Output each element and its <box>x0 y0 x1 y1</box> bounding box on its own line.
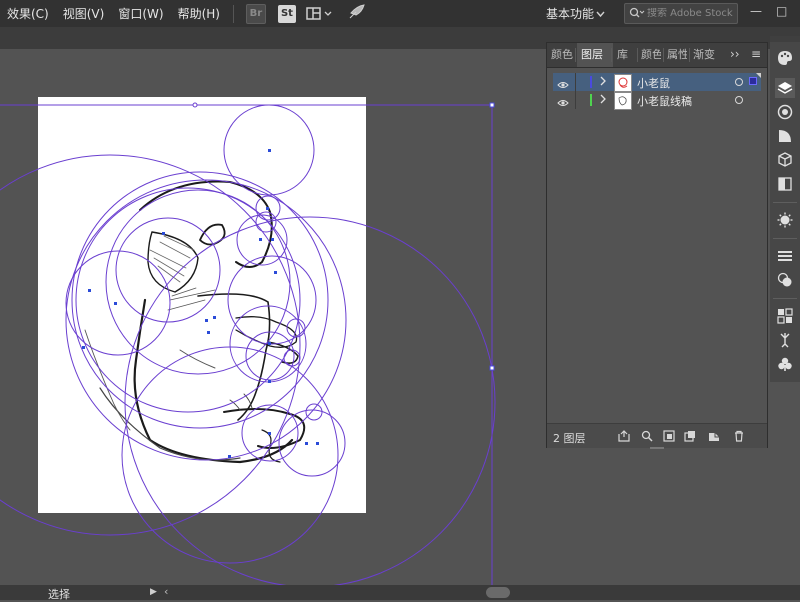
adobe-stock-search[interactable] <box>624 3 738 24</box>
chevron-right-icon[interactable] <box>600 94 606 107</box>
panel-tab-bar: 颜色 图层 库 颜色 属性 渐变 ›› ≡ <box>547 43 767 68</box>
artboard[interactable] <box>38 97 366 513</box>
tab-divider <box>637 48 638 62</box>
target-circle-icon[interactable] <box>735 96 743 104</box>
target-circle-icon[interactable] <box>735 78 743 86</box>
layers-panel-footer: 2 图层 <box>547 423 767 448</box>
arrange-documents-icon[interactable] <box>306 6 334 21</box>
tab-divider <box>689 48 690 62</box>
tab-color[interactable]: 颜色 <box>551 43 573 67</box>
search-input[interactable] <box>647 8 733 19</box>
layer-color-indicator <box>590 94 592 106</box>
layers-icon[interactable] <box>775 78 795 98</box>
panel-menu-button[interactable]: ≡ <box>751 47 761 61</box>
bridge-icon[interactable]: Br <box>245 3 266 24</box>
dock-divider <box>773 202 797 203</box>
delete-layer-icon[interactable] <box>732 429 746 443</box>
stroke-icon[interactable] <box>775 246 795 266</box>
layer-row-1[interactable]: 小老鼠 <box>553 73 761 92</box>
tab-color-guide[interactable]: 颜色 <box>641 43 661 67</box>
workspace-switcher[interactable]: 基本功能 <box>546 5 594 22</box>
pathfinder-icon[interactable] <box>775 306 795 326</box>
search-icon <box>629 7 645 21</box>
tab-divider <box>663 48 664 62</box>
locate-object-icon[interactable] <box>640 429 654 443</box>
menu-help[interactable]: 帮助(H) <box>171 5 227 22</box>
swatches-icon[interactable] <box>775 102 795 122</box>
visibility-eye-icon[interactable] <box>557 96 569 110</box>
tab-libraries[interactable]: 库 <box>617 43 633 67</box>
transparency-icon[interactable] <box>775 210 795 230</box>
new-layer-icon[interactable] <box>707 429 721 443</box>
menu-bar: 效果(C) 视图(V) 窗口(W) 帮助(H) Br St 基本功能 — □ <box>0 0 800 27</box>
panel-resize-handle[interactable] <box>650 447 664 449</box>
symbols-icon[interactable] <box>775 354 795 374</box>
tab-gradient[interactable]: 渐变 <box>693 43 715 67</box>
minimize-button[interactable]: — <box>750 4 762 18</box>
selected-art-indicator[interactable] <box>749 77 757 85</box>
tab-divider <box>575 48 576 62</box>
stock-icon[interactable]: St <box>277 4 296 23</box>
tab-properties[interactable]: 属性 <box>667 43 687 67</box>
menu-divider <box>232 4 234 23</box>
new-sublayer-icon[interactable] <box>683 429 697 443</box>
status-menu-arrow[interactable]: ▶ <box>150 587 157 597</box>
dock-divider <box>773 298 797 299</box>
menu-view[interactable]: 视图(V) <box>56 5 112 22</box>
layer-count: 2 图层 <box>553 432 586 445</box>
layer-name[interactable]: 小老鼠线稿 <box>637 93 692 109</box>
export-icon[interactable] <box>617 429 631 443</box>
gradient-icon[interactable] <box>775 126 795 146</box>
canvas[interactable] <box>0 49 546 585</box>
align-icon[interactable] <box>775 174 795 194</box>
visibility-eye-icon[interactable] <box>557 78 569 92</box>
appearance-icon[interactable] <box>775 270 795 290</box>
gpu-performance-icon[interactable] <box>348 4 366 23</box>
lock-column-divider <box>575 73 576 91</box>
panel-icon-dock <box>770 42 800 382</box>
palette-icon[interactable] <box>775 48 795 68</box>
tab-layers[interactable]: 图层 <box>577 43 613 67</box>
chevron-right-icon[interactable] <box>600 76 606 89</box>
selection-handles[interactable] <box>192 102 198 108</box>
clipping-mask-icon[interactable] <box>662 429 676 443</box>
layer-color-indicator <box>590 76 592 88</box>
tab-divider <box>611 48 612 62</box>
status-bar: 选择 ▶ ‹ <box>0 585 800 601</box>
horizontal-scrollbar-thumb[interactable] <box>486 587 510 598</box>
menu-window[interactable]: 窗口(W) <box>111 5 170 22</box>
puppet-icon[interactable] <box>775 330 795 350</box>
3d-icon[interactable] <box>775 150 795 170</box>
menu-effect[interactable]: 效果(C) <box>0 5 56 22</box>
layers-panel: 颜色 图层 库 颜色 属性 渐变 ›› ≡ 小老鼠 小老鼠线稿 2 图层 <box>546 42 768 448</box>
layer-thumbnail <box>614 74 632 92</box>
dock-divider <box>773 238 797 239</box>
restore-button[interactable]: □ <box>776 4 787 18</box>
lock-column-divider <box>575 91 576 109</box>
panel-overflow-button[interactable]: ›› <box>730 47 740 61</box>
scroll-left-button[interactable]: ‹ <box>164 585 168 598</box>
layer-row-2[interactable]: 小老鼠线稿 <box>553 91 761 110</box>
chevron-down-icon[interactable] <box>596 7 605 21</box>
current-layer-marker <box>756 73 761 78</box>
layer-thumbnail <box>614 92 632 110</box>
layer-name[interactable]: 小老鼠 <box>637 75 670 91</box>
